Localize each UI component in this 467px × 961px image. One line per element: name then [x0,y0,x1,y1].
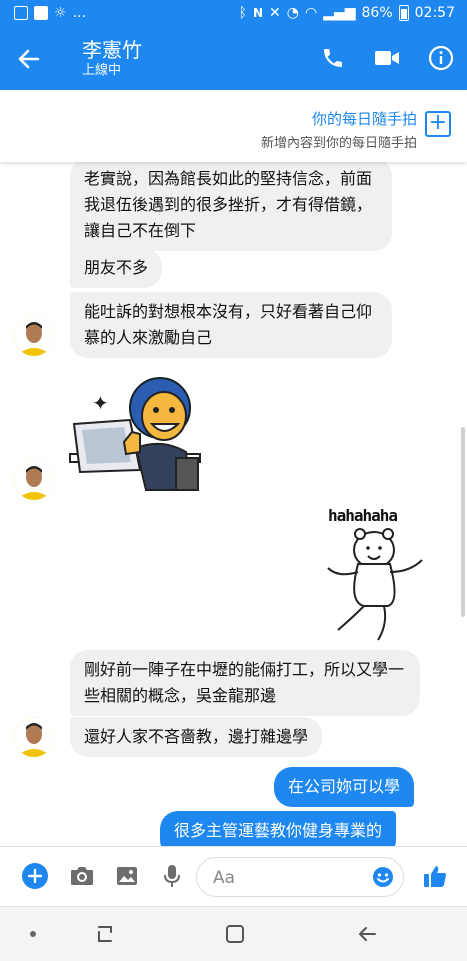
video-camera-icon [375,51,399,65]
phone-icon [324,49,342,67]
bluetooth-icon: ᛒ [238,5,247,21]
status-bar: ☼ ... ᛒ N ✕ ◔ ◠ ▂▄▆ 86% 02:57 [0,0,467,28]
avatar[interactable] [14,460,54,500]
recent-apps-icon [98,926,112,942]
message-bubble-outgoing[interactable]: 很多主管運藝教你健身專業的 [160,811,397,846]
battery-percent: 86% [361,5,393,21]
home-icon [226,925,244,943]
image-icon [117,867,137,885]
message-bubble[interactable]: 能吐訴的對想根本沒有，只好看著自己仰慕的人來激勵自己 [70,292,392,358]
contact-name: 李憲竹 [82,38,142,62]
message-input[interactable] [196,857,404,897]
svg-text:✦: ✦ [92,391,109,415]
gallery-notification-icon [14,6,28,20]
scrollbar[interactable] [461,427,465,617]
voice-record-button[interactable] [157,861,187,891]
story-subtitle: 新增內容到你的每日隨手拍 [260,136,417,151]
dot-icon [30,931,36,937]
add-story-button[interactable]: + [425,111,451,137]
message-text-field[interactable] [211,867,365,889]
emoji-icon [373,867,393,887]
thumbs-up-laptop-guy-icon: ✦ [69,377,201,491]
app-k-notification-icon [34,6,48,20]
plus-icon [22,863,48,889]
message-bubble[interactable]: 老實說，因為館長如此的堅持信念，前面我退伍後遇到的很多挫折，才有得借鏡，讓自己不… [70,162,392,251]
conversation-header: 李憲竹 上線中 [0,28,467,90]
message-bubble[interactable]: 朋友不多 [70,248,163,288]
recent-apps-button[interactable] [90,919,120,949]
message-bubble-outgoing[interactable]: 在公司妳可以學 [274,767,415,807]
avatar[interactable] [14,717,54,757]
back-nav-button[interactable] [352,919,382,949]
status-right: ᛒ N ✕ ◔ ◠ ▂▄▆ 86% 02:57 [239,5,455,21]
back-arrow-icon [18,49,40,69]
thumbs-up-icon [424,866,446,887]
more-actions-button[interactable] [20,861,50,891]
nav-dot-button[interactable] [18,919,48,949]
more-notifications-text: ... [72,5,86,21]
info-icon [428,45,454,71]
dancing-bear-icon [327,528,423,641]
nfc-icon: N [252,6,264,20]
contact-photo [14,460,54,500]
info-button[interactable] [425,42,457,74]
daily-story-banner[interactable]: 你的每日隨手拍 新增內容到你的每日隨手拍 + [0,90,467,162]
clock: 02:57 [414,5,455,21]
alarm-icon: ◔ [286,5,299,21]
message-bubble[interactable]: 還好人家不吝嗇教，邊打雜邊學 [70,717,323,757]
plus-icon: + [428,110,448,135]
message-list[interactable]: 老實說，因為館長如此的堅持信念，前面我退伍後遇到的很多挫折，才有得借鏡，讓自己不… [0,162,467,846]
home-button[interactable] [220,919,250,949]
back-button[interactable] [14,44,44,74]
sun-notification-icon: ☼ [54,5,67,21]
camera-button[interactable] [67,861,97,891]
mute-icon: ✕ [269,5,281,21]
like-button[interactable] [420,861,450,891]
contact-photo [14,717,54,757]
contact-title[interactable]: 李憲竹 上線中 [82,38,142,80]
battery-icon [398,5,409,21]
story-title: 你的每日隨手拍 [311,110,417,128]
signal-icon: ▂▄▆ [323,5,356,21]
back-icon [359,927,376,941]
message-bubble[interactable]: 剛好前一陣子在中壢的能倆打工，所以又學一些相關的概念，吳金龍那邊 [70,650,420,716]
header-actions [317,42,457,74]
message-composer [0,846,467,907]
camera-icon [71,867,93,885]
presence-status: 上線中 [82,63,122,78]
contact-photo [14,316,54,356]
laptop-guy-sticker[interactable]: ✦ [66,362,206,506]
wifi-icon: ◠ [304,5,318,21]
voice-call-button[interactable] [317,42,349,74]
video-call-button[interactable] [371,42,403,74]
status-left: ☼ ... [14,5,86,21]
avatar[interactable] [14,316,54,356]
system-navigation-bar [0,906,467,961]
emoji-button[interactable] [371,865,395,893]
mic-icon [164,865,180,887]
gallery-button[interactable] [112,861,142,891]
